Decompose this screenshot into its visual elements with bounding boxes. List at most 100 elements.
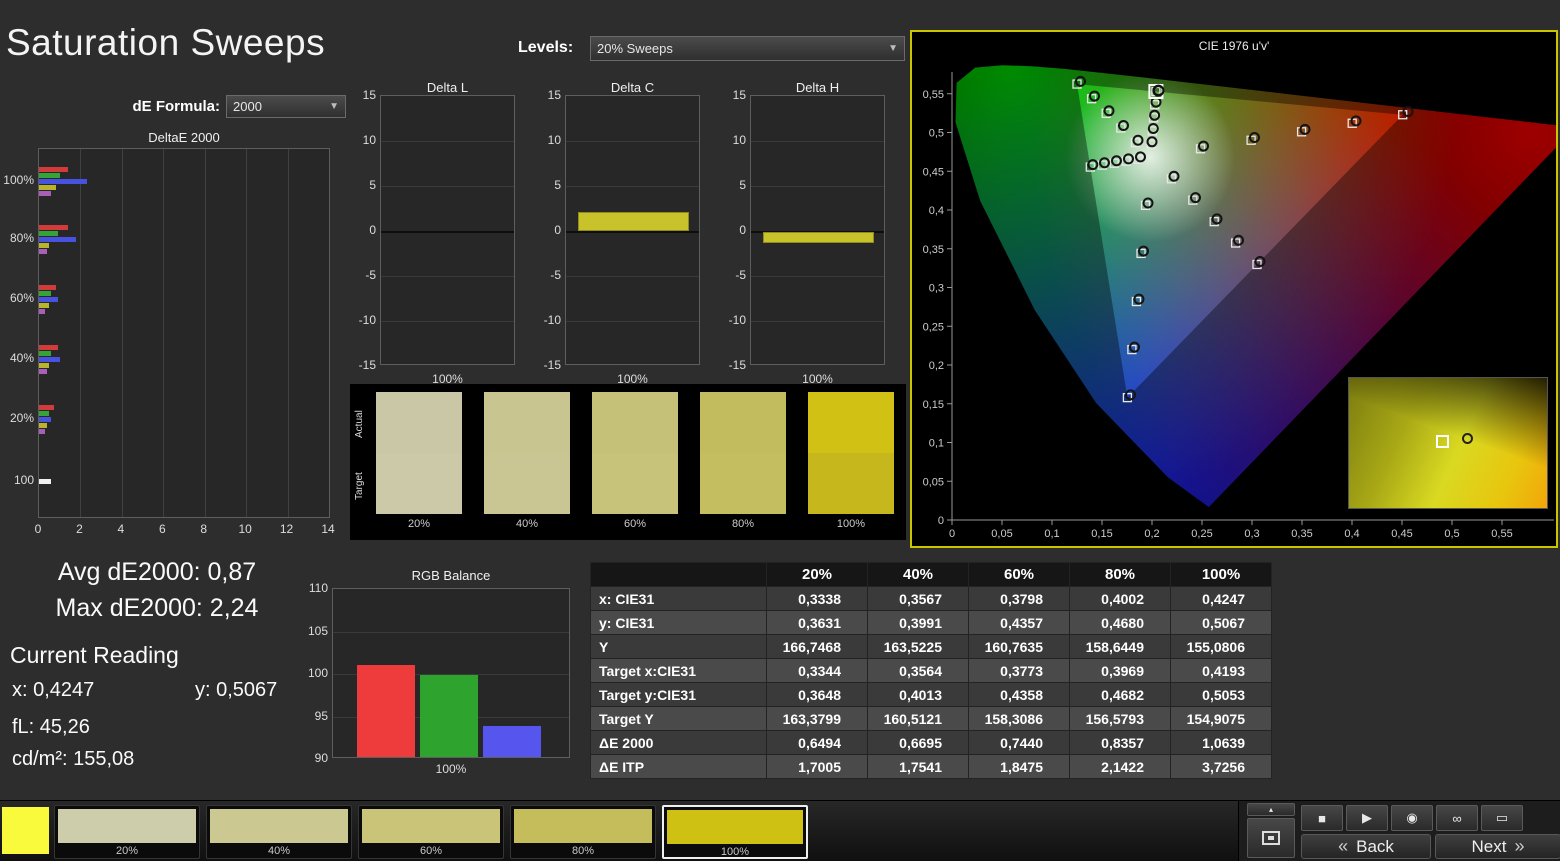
delta-y-tick: -10 <box>543 313 561 327</box>
deltae-bar-20%-0 <box>39 404 54 410</box>
patch-compare-panel: Actual Target 20% 40% 60% 80% 100% <box>350 384 906 540</box>
pattern-window-button[interactable] <box>1247 818 1295 858</box>
max-de2000: Max dE2000: 2,24 <box>55 594 259 622</box>
continuous-button[interactable]: ∞ <box>1436 805 1478 831</box>
current-x: x: 0,4247 <box>12 679 95 701</box>
compare-swatch-100% <box>808 392 894 514</box>
actual-color <box>484 392 570 453</box>
deltae-bar-80%-2 <box>39 236 77 242</box>
rgb-balance-title: RGB Balance <box>411 568 491 583</box>
compare-swatch-label: 80% <box>731 518 755 530</box>
rgb-y-tick: 110 <box>308 581 328 595</box>
svg-text:0,3: 0,3 <box>929 283 944 295</box>
svg-text:0,1: 0,1 <box>1044 528 1059 540</box>
cell-value: 156,5793 <box>1069 706 1171 731</box>
continuous-icon: ∞ <box>1452 810 1462 826</box>
deltae-bar-100%-4 <box>39 190 52 196</box>
cell-value: 0,6695 <box>867 730 969 755</box>
cie-diagram-panel: 0 0,05 0,1 0,15 0,2 0,25 0,3 0,35 0,4 0,45 0,5 0,55… <box>910 30 1558 548</box>
tray-collapse-button[interactable]: ▴ <box>1247 803 1295 816</box>
de-formula-value: 2000 <box>233 99 262 114</box>
patch-label: 20% <box>115 845 139 857</box>
patch-color <box>58 809 196 843</box>
levels-dropdown[interactable]: 20% Sweeps ▼ <box>590 36 905 61</box>
cell-value: 0,4002 <box>1069 586 1171 611</box>
target-color <box>700 453 786 514</box>
table-column-header: 40% <box>867 562 969 587</box>
delta-y-tick: 10 <box>547 133 561 147</box>
gridline <box>204 149 206 517</box>
gridline <box>246 149 248 517</box>
compare-swatch-60% <box>592 392 678 514</box>
transport-cluster: ▴ ■ ▶ ◉ ∞ ▭ « Back Next » <box>1238 801 1560 861</box>
delta-chart-title: Delta C <box>610 80 655 95</box>
table-column-header: 20% <box>766 562 868 587</box>
delta-y-tick: 15 <box>547 88 561 102</box>
patch-button-40%[interactable]: 40% <box>206 805 352 859</box>
compare-swatch-label: 20% <box>407 518 431 530</box>
delta-y-tick: -10 <box>728 313 746 327</box>
current-patch-indicator <box>2 807 49 854</box>
patch-button-80%[interactable]: 80% <box>510 805 656 859</box>
patch-button-60%[interactable]: 60% <box>358 805 504 859</box>
svg-text:0,15: 0,15 <box>1091 528 1112 540</box>
row-label: ΔE 2000 <box>590 730 767 755</box>
svg-text:0,35: 0,35 <box>923 244 944 256</box>
chevron-down-icon: ▼ <box>329 101 339 112</box>
rgb-y-tick: 90 <box>314 751 328 765</box>
cell-value: 158,6449 <box>1069 634 1171 659</box>
de-formula-dropdown[interactable]: 2000 ▼ <box>226 95 346 118</box>
display-button[interactable]: ▭ <box>1481 805 1523 831</box>
stop-button[interactable]: ■ <box>1301 805 1343 831</box>
gridline <box>751 321 884 322</box>
delta-plot-area <box>380 95 515 365</box>
gridline <box>751 186 884 187</box>
deltae-bar-100%-0 <box>39 166 68 172</box>
cell-value: 0,3773 <box>968 658 1070 683</box>
deltae-plot-area <box>38 148 330 518</box>
delta-y-tick: -5 <box>735 268 746 282</box>
deltae-bar-40%-2 <box>39 356 60 362</box>
gridline <box>381 186 514 187</box>
patch-button-100%[interactable]: 100% <box>662 805 808 859</box>
cell-value: 154,9075 <box>1170 706 1272 731</box>
deltae-bar-20%-4 <box>39 428 46 434</box>
gridline <box>287 149 289 517</box>
deltae-x-tick: 4 <box>117 522 125 536</box>
delta-y-tick: -15 <box>358 358 376 372</box>
patch-button-20%[interactable]: 20% <box>54 805 200 859</box>
deltae-bar-40%-3 <box>39 362 50 368</box>
rgb-bar-blue <box>483 725 541 757</box>
deltae-bar-80%-3 <box>39 242 50 248</box>
back-button[interactable]: « Back <box>1301 834 1431 859</box>
gridline <box>751 276 884 277</box>
patch-color <box>514 809 652 843</box>
de-formula-group: dE Formula: <box>112 98 220 115</box>
rgb-y-tick: 100 <box>307 666 328 680</box>
rgb-y-tick: 105 <box>307 623 328 638</box>
deltae-bar-100%-3 <box>39 184 56 190</box>
table-row: ΔE 2000 0,6494 0,6695 0,7440 0,8357 1,0639 <box>590 730 1272 755</box>
delta-c-chart: Delta C 15 10 5 0 -5 -10 -15 100% <box>537 80 705 386</box>
target-color <box>484 453 570 514</box>
actual-color <box>376 392 462 453</box>
cell-value: 0,3969 <box>1069 658 1171 683</box>
deltae-bar-80%-4 <box>39 248 48 254</box>
deltae-bar-60%-3 <box>39 302 50 308</box>
cell-value: 0,3564 <box>867 658 969 683</box>
next-button-label: Next <box>1471 836 1507 856</box>
chevron-left-icon: « <box>1338 836 1349 856</box>
delta-y-tick: -15 <box>728 358 746 372</box>
patch-label: 80% <box>571 845 595 857</box>
table-row: ΔE ITP 1,7005 1,7541 1,8475 2,1422 3,7256 <box>590 754 1272 779</box>
deltae-x-tick: 6 <box>158 522 166 536</box>
play-button[interactable]: ▶ <box>1346 805 1388 831</box>
row-label: ΔE ITP <box>590 754 767 779</box>
current-fl: fL: 45,26 <box>12 716 90 738</box>
svg-text:0,15: 0,15 <box>923 399 944 411</box>
next-button[interactable]: Next » <box>1435 834 1560 859</box>
deltae-bar-40%-4 <box>39 368 48 374</box>
compare-swatch-20% <box>376 392 462 514</box>
meter-button[interactable]: ◉ <box>1391 805 1433 831</box>
cell-value: 1,7541 <box>867 754 969 779</box>
